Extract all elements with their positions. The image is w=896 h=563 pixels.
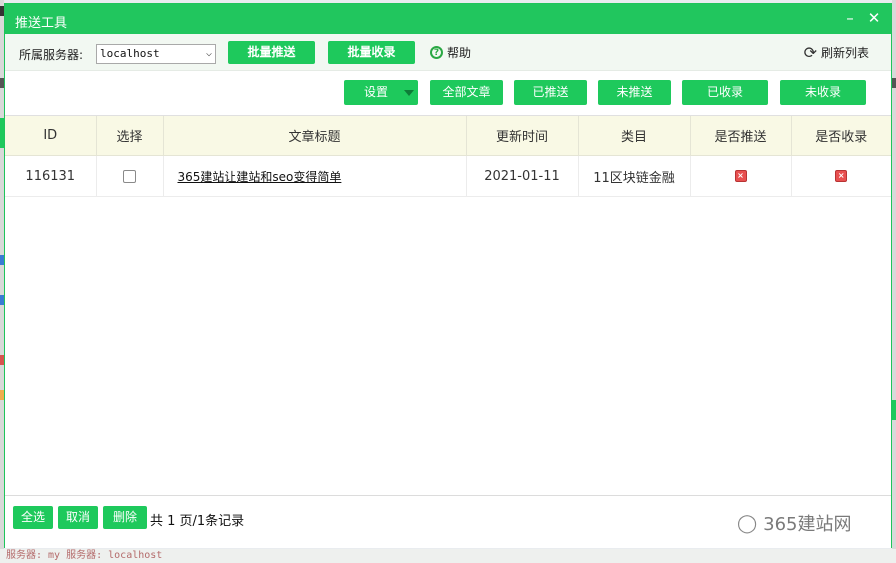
column-header-pushed[interactable]: 是否推送 (689, 116, 792, 156)
column-header-category[interactable]: 类目 (577, 116, 691, 156)
x-square-icon: × (734, 170, 747, 182)
x-square-icon: × (835, 170, 848, 182)
batch-push-button[interactable]: 批量推送 (228, 41, 315, 64)
cell-id: 116131 (5, 155, 97, 197)
wechat-icon: ◯ (737, 512, 758, 534)
server-toolbar: 所属服务器: localhost ⌵ 批量推送 批量收录 ? 帮助 ⟳ 刷新列表 (5, 34, 891, 71)
article-title-link[interactable]: 365建站让建站和seo变得简单 (178, 170, 342, 184)
chevron-down-icon: ⌵ (205, 48, 212, 59)
background-status-bar: 服务器: my 服务器: localhost (0, 549, 896, 563)
filter-all-articles-button[interactable]: 全部文章 (430, 80, 503, 105)
cell-title: 365建站让建站和seo变得简单 (162, 155, 467, 197)
refresh-label: 刷新列表 (820, 46, 869, 60)
background-app-right-edge (892, 0, 896, 563)
refresh-icon: ⟳ (803, 42, 817, 62)
table-row[interactable]: 116131 365建站让建站和seo变得简单 2021-01-11 11区块链… (5, 155, 891, 197)
column-header-updated[interactable]: 更新时间 (465, 116, 579, 156)
dialog-titlebar[interactable]: 推送工具 – ✕ (5, 4, 891, 34)
watermark: ◯ 365建站网 (737, 510, 852, 536)
column-header-collected[interactable]: 是否收录 (790, 116, 891, 156)
bg-mark (892, 400, 896, 420)
cell-collected: × (790, 155, 891, 197)
cell-category: 11区块链金融 (577, 155, 691, 197)
table-header-row: ID 选择 文章标题 更新时间 类目 是否推送 是否收录 (5, 116, 891, 156)
minimize-button[interactable]: – (841, 8, 859, 28)
column-header-title[interactable]: 文章标题 (162, 116, 467, 156)
help-link[interactable]: ? 帮助 (430, 44, 471, 61)
push-tool-dialog: 推送工具 – ✕ 所属服务器: localhost ⌵ 批量推送 批量收录 ? … (4, 3, 892, 548)
cancel-button[interactable]: 取消 (58, 506, 98, 529)
batch-collect-button[interactable]: 批量收录 (328, 41, 415, 64)
filter-not-collected-button[interactable]: 未收录 (780, 80, 866, 105)
server-select-value: localhost (100, 47, 160, 60)
refresh-list-button[interactable]: ⟳ 刷新列表 (804, 44, 869, 61)
watermark-text: 365建站网 (763, 514, 852, 535)
page-info: 共 1 页/1条记录 (150, 514, 245, 529)
question-circle-icon: ? (430, 46, 443, 59)
row-checkbox[interactable] (123, 169, 136, 183)
cell-pushed: × (689, 155, 792, 197)
filter-pushed-button[interactable]: 已推送 (514, 80, 587, 105)
caret-down-icon (404, 90, 414, 96)
cell-updated: 2021-01-11 (465, 155, 579, 197)
filter-not-pushed-button[interactable]: 未推送 (598, 80, 671, 105)
settings-dropdown-button[interactable]: 设置 (344, 80, 418, 105)
filter-toolbar: 设置 全部文章 已推送 未推送 已收录 未收录 (5, 71, 891, 116)
dialog-title: 推送工具 (15, 16, 68, 31)
dialog-footer: 全选 取消 删除 共 1 页/1条记录 ◯ 365建站网 (5, 495, 891, 548)
column-header-select[interactable]: 选择 (95, 116, 164, 156)
select-all-button[interactable]: 全选 (13, 506, 53, 529)
cell-select (95, 155, 164, 197)
filter-collected-button[interactable]: 已收录 (682, 80, 768, 105)
help-label: 帮助 (447, 46, 472, 60)
article-table: ID 选择 文章标题 更新时间 类目 是否推送 是否收录 116131 365建… (5, 116, 891, 197)
server-select[interactable]: localhost ⌵ (96, 44, 216, 64)
delete-button[interactable]: 删除 (103, 506, 147, 529)
bg-mark (892, 78, 896, 88)
settings-label: 设置 (364, 85, 389, 99)
server-label: 所属服务器: (19, 48, 84, 62)
column-header-id[interactable]: ID (5, 116, 97, 156)
close-button[interactable]: ✕ (865, 8, 883, 28)
